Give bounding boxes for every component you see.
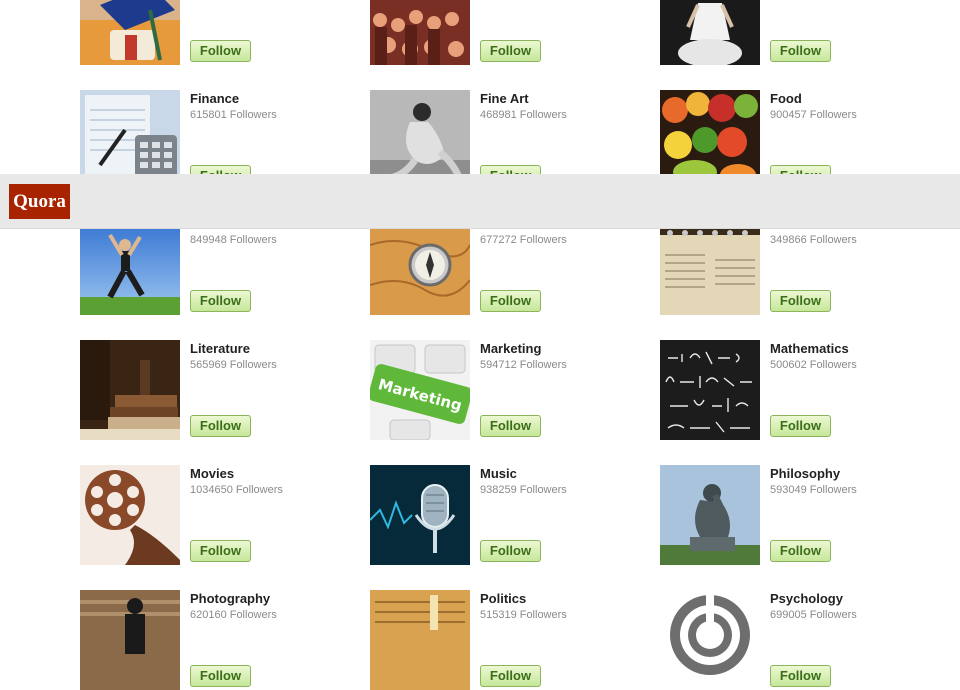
follow-button[interactable]: Follow xyxy=(190,415,251,437)
topic-followers: 515319 Followers xyxy=(480,609,567,621)
marketing-keyboard-image[interactable]: Marketing xyxy=(370,340,470,440)
topic-card: Psychology 699005 Followers Follow xyxy=(660,590,920,690)
follow-button[interactable]: Follow xyxy=(770,540,831,562)
follow-button[interactable]: Follow xyxy=(480,665,541,687)
compass-map-image[interactable] xyxy=(370,215,470,315)
follow-button[interactable]: Follow xyxy=(770,665,831,687)
film-reel-image[interactable] xyxy=(80,465,180,565)
topic-followers: 593049 Followers xyxy=(770,484,857,496)
topic-card: Music 938259 Followers Follow xyxy=(370,465,630,565)
topic-card: Politics 515319 Followers Follow xyxy=(370,590,630,690)
topic-followers: 900457 Followers xyxy=(770,109,857,121)
topic-card: Marketing Marketing 594712 Followers Foll… xyxy=(370,340,630,440)
topic-followers: 938259 Followers xyxy=(480,484,567,496)
topic-name[interactable]: Psychology xyxy=(770,591,843,606)
topic-card: Photography 620160 Followers Follow xyxy=(80,590,340,690)
topic-name[interactable]: Movies xyxy=(190,466,234,481)
follow-button[interactable]: Follow xyxy=(770,40,831,62)
topic-followers: 849948 Followers xyxy=(190,234,277,246)
topic-followers: 699005 Followers xyxy=(770,609,857,621)
photographer-silhouette-image[interactable] xyxy=(80,590,180,690)
topic-name[interactable]: Politics xyxy=(480,591,526,606)
chalkboard-formulas-image[interactable] xyxy=(660,340,760,440)
topic-name[interactable]: Philosophy xyxy=(770,466,840,481)
topic-followers: 468981 Followers xyxy=(480,109,567,121)
topic-card: Followers Follow xyxy=(660,0,920,65)
topic-followers: 565969 Followers xyxy=(190,359,277,371)
fitness-jump-image[interactable] xyxy=(80,215,180,315)
topic-card: Literature 565969 Followers Follow xyxy=(80,340,340,440)
quora-logo[interactable]: Quora xyxy=(9,184,70,219)
thinker-statue-image[interactable] xyxy=(660,465,760,565)
topic-grid: Followers Follow Followers Follow Follow… xyxy=(0,0,960,690)
topic-card: 677272 Followers Follow xyxy=(370,215,630,315)
topic-followers: 620160 Followers xyxy=(190,609,277,621)
topic-followers: 677272 Followers xyxy=(480,234,567,246)
topic-name[interactable]: Fine Art xyxy=(480,91,529,106)
labyrinth-head-image[interactable] xyxy=(660,590,760,690)
topic-followers: 594712 Followers xyxy=(480,359,567,371)
topic-name[interactable]: Music xyxy=(480,466,517,481)
topic-name[interactable]: Food xyxy=(770,91,802,106)
follow-button[interactable]: Follow xyxy=(480,290,541,312)
topic-name[interactable]: Marketing xyxy=(480,341,541,356)
newspaper-notebook-image[interactable] xyxy=(660,215,760,315)
follow-button[interactable]: Follow xyxy=(190,665,251,687)
topic-card: Followers Follow xyxy=(370,0,630,65)
follow-button[interactable]: Follow xyxy=(480,540,541,562)
topic-followers: 349866 Followers xyxy=(770,234,857,246)
follow-button[interactable]: Follow xyxy=(190,290,251,312)
topic-name[interactable]: Photography xyxy=(190,591,270,606)
microphone-image[interactable] xyxy=(370,465,470,565)
topic-card: 849948 Followers Follow xyxy=(80,215,340,315)
topic-card: 349866 Followers Follow xyxy=(660,215,920,315)
header-bar: Quora xyxy=(0,174,960,229)
topic-name[interactable]: Finance xyxy=(190,91,239,106)
topic-followers: 500602 Followers xyxy=(770,359,857,371)
topic-name[interactable]: Literature xyxy=(190,341,250,356)
follow-button[interactable]: Follow xyxy=(480,415,541,437)
graduation-image[interactable] xyxy=(80,0,180,65)
topic-card: Mathematics 500602 Followers Follow xyxy=(660,340,920,440)
follow-button[interactable]: Follow xyxy=(770,290,831,312)
topic-name[interactable]: Mathematics xyxy=(770,341,849,356)
topic-card: Followers Follow xyxy=(80,0,340,65)
topic-card: Philosophy 593049 Followers Follow xyxy=(660,465,920,565)
topic-followers: 1034650 Followers xyxy=(190,484,283,496)
follow-button[interactable]: Follow xyxy=(190,540,251,562)
follow-button[interactable]: Follow xyxy=(770,415,831,437)
follow-button[interactable]: Follow xyxy=(480,40,541,62)
fashion-dress-image[interactable] xyxy=(660,0,760,65)
old-books-image[interactable] xyxy=(80,340,180,440)
topic-followers: 615801 Followers xyxy=(190,109,277,121)
constitution-document-image[interactable] xyxy=(370,590,470,690)
topic-card: Movies 1034650 Followers Follow xyxy=(80,465,340,565)
follow-button[interactable]: Follow xyxy=(190,40,251,62)
concert-crowd-image[interactable] xyxy=(370,0,470,65)
